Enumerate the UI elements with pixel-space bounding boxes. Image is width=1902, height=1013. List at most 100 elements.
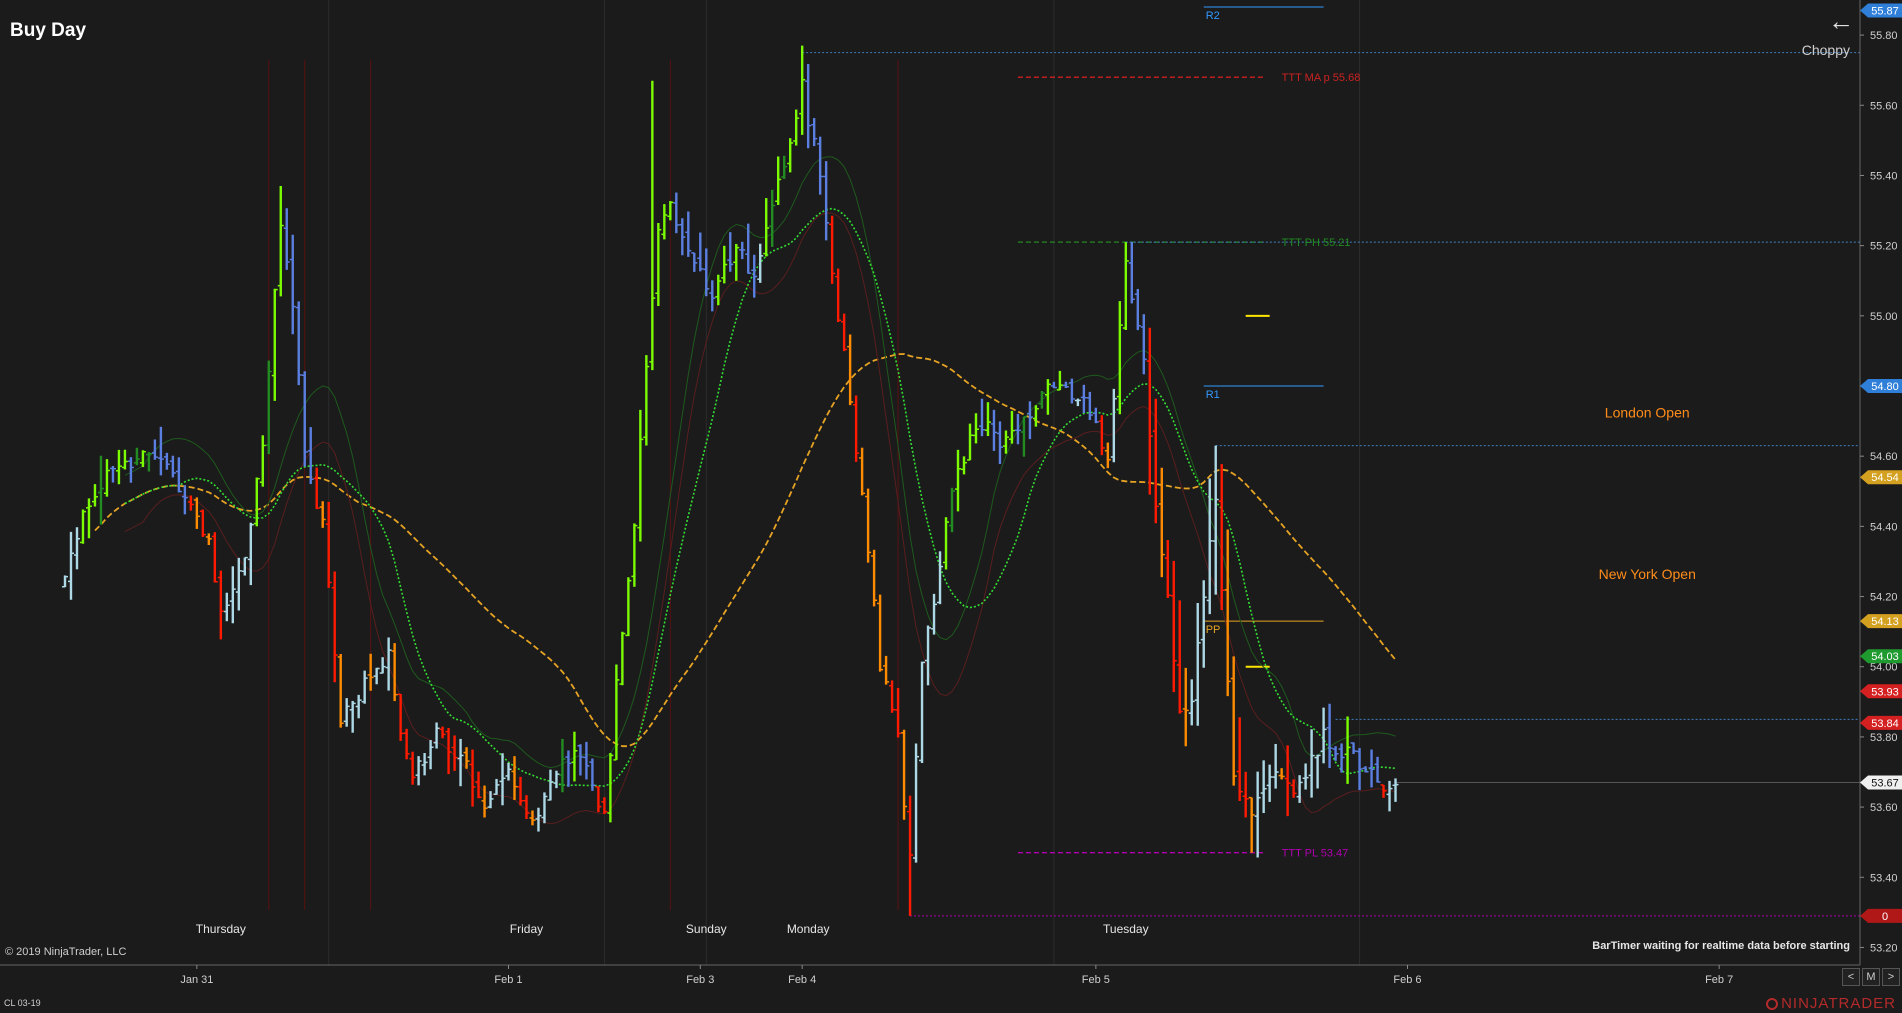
- price-bar-217: [1362, 766, 1369, 773]
- price-bar-152: [972, 413, 979, 444]
- price-bar-59: [415, 756, 422, 786]
- price-bar-118: [769, 189, 776, 247]
- price-bar-105: [691, 252, 698, 272]
- price-bar-5: [91, 484, 98, 507]
- price-bar-156: [996, 421, 1003, 464]
- price-bar-143: [919, 661, 926, 764]
- bartimer-status: BarTimer waiting for realtime data befor…: [1592, 940, 1850, 952]
- session-label-0: London Open: [1605, 405, 1690, 421]
- price-bar-75: [511, 756, 518, 800]
- price-bar-101: [667, 201, 674, 221]
- price-bar-82: [553, 770, 560, 789]
- price-bar-219: [1374, 756, 1381, 783]
- price-bar-72: [493, 778, 500, 795]
- choppy-label: Choppy: [1801, 42, 1850, 58]
- price-marker-7: 53.67: [1860, 775, 1902, 790]
- price-bar-63: [439, 726, 446, 739]
- price-bar-134: [865, 488, 872, 563]
- price-bar-38: [289, 234, 296, 335]
- price-bar-139: [895, 687, 902, 738]
- price-bar-211: [1326, 703, 1333, 769]
- x-tick-label-4: Feb 5: [1082, 974, 1110, 986]
- price-marker-5: 53.93: [1860, 684, 1902, 699]
- price-bar-51: [367, 653, 374, 691]
- price-bar-99: [655, 223, 662, 306]
- price-bar-111: [727, 232, 734, 272]
- price-bar-199: [1254, 771, 1261, 858]
- price-bar-189: [1194, 603, 1201, 726]
- scroll-left-button[interactable]: <: [1842, 968, 1860, 986]
- price-bar-43: [319, 501, 326, 528]
- price-bar-48: [349, 700, 356, 733]
- price-bar-95: [631, 523, 638, 587]
- price-bar-112: [733, 243, 740, 281]
- price-bar-58: [409, 751, 416, 785]
- price-bar-215: [1350, 742, 1357, 755]
- price-bar-52: [373, 667, 380, 685]
- scroll-right-button[interactable]: >: [1882, 968, 1900, 986]
- y-tick-label-5: 54.20: [1870, 592, 1898, 604]
- price-bar-129: [835, 268, 842, 323]
- price-marker-label-0: 55.87: [1871, 6, 1899, 18]
- price-bar-175: [1110, 388, 1117, 463]
- price-marker-2: 54.54: [1860, 470, 1902, 485]
- price-bar-33: [259, 435, 266, 487]
- price-bar-110: [721, 245, 728, 284]
- price-bar-177: [1122, 242, 1129, 330]
- price-bar-165: [1050, 381, 1057, 389]
- price-bar-194: [1224, 529, 1231, 697]
- price-bar-15: [151, 439, 158, 460]
- price-bar-3: [79, 509, 86, 544]
- price-marker-0: 55.87: [1860, 3, 1902, 18]
- price-bar-12: [133, 447, 140, 466]
- price-marker-label-3: 54.13: [1871, 616, 1899, 628]
- price-bar-167: [1062, 381, 1069, 389]
- price-bar-113: [739, 241, 746, 260]
- price-chart[interactable]: R2 R1 PP TTT MA p 55.68 TTT PH 55.21 TTT PL 5…: [0, 0, 1902, 1013]
- price-bar-19: [175, 457, 182, 493]
- price-bar-176: [1116, 301, 1123, 415]
- price-bar-28: [229, 566, 236, 624]
- price-bar-127: [823, 161, 830, 241]
- price-marker-6: 53.84: [1860, 715, 1902, 730]
- price-bar-50: [361, 670, 368, 704]
- price-bar-198: [1248, 796, 1255, 853]
- price-bar-147: [943, 517, 950, 570]
- price-bar-32: [253, 477, 260, 527]
- price-bar-178: [1128, 242, 1135, 304]
- pivot-label-0: R2: [1206, 10, 1220, 22]
- price-bar-131: [847, 334, 854, 406]
- ttt-label-0: TTT MA p 55.68: [1282, 72, 1361, 84]
- x-tick-label-6: Feb 7: [1705, 974, 1733, 986]
- price-bar-154: [984, 402, 991, 437]
- price-bar-18: [169, 455, 176, 478]
- x-tick-label-0: Jan 31: [180, 974, 213, 986]
- back-arrow-icon[interactable]: ←: [1828, 6, 1854, 37]
- price-bar-80: [541, 792, 548, 824]
- price-bar-196: [1236, 717, 1243, 801]
- x-tick-label-1: Feb 1: [494, 974, 522, 986]
- price-bar-170: [1080, 384, 1087, 414]
- logo-text: NINJATRADER: [1781, 995, 1896, 1012]
- price-bar-142: [913, 743, 920, 863]
- price-bar-195: [1230, 656, 1237, 786]
- price-bar-174: [1104, 442, 1111, 469]
- session-day-label-4: Tuesday: [1103, 922, 1149, 936]
- price-bar-207: [1302, 763, 1309, 790]
- session-day-label-1: Friday: [510, 922, 543, 936]
- price-bar-89: [595, 786, 602, 813]
- price-bar-20: [181, 485, 188, 515]
- price-bar-21: [187, 495, 194, 511]
- session-day-label-2: Sunday: [686, 922, 727, 936]
- x-tick-label-2: Feb 3: [686, 974, 714, 986]
- y-tick-label-1: 53.40: [1870, 872, 1898, 884]
- price-bar-73: [499, 753, 506, 806]
- price-bar-202: [1272, 743, 1279, 789]
- price-bar-182: [1152, 398, 1159, 524]
- price-bar-94: [625, 577, 632, 637]
- mode-button[interactable]: M: [1862, 968, 1880, 986]
- price-bar-86: [577, 744, 584, 776]
- price-bar-130: [841, 313, 848, 352]
- pivot-label-2: PP: [1206, 624, 1221, 636]
- logo-ring-icon: [1766, 998, 1779, 1010]
